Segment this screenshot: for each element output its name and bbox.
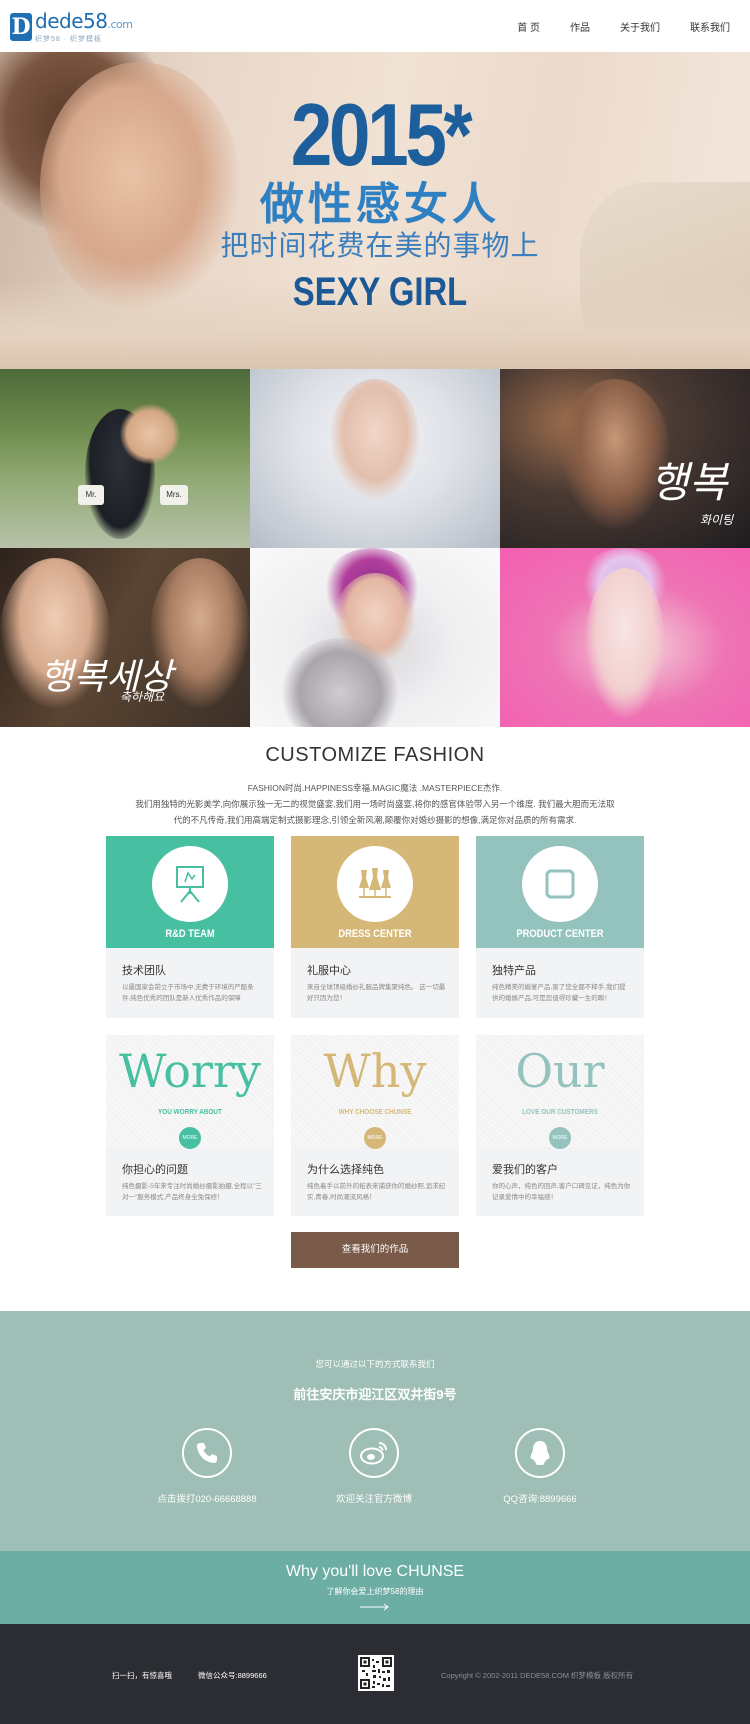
hero-subtitle: SEXY GIRL [292,270,468,314]
hero-text: 2015* 做性感女人 把时间花费在美的事物上 SEXY GIRL [190,90,570,316]
feature-word: Our [515,1044,605,1098]
footer-wechat-text: 微信公众号:8899666 [198,1671,267,1680]
nav-contact[interactable]: 联系我们 [690,19,730,34]
section-desc-line-2: 我们用独特的光影美学,向你展示独一无二的视觉盛宴,我们用一场时尚盛宴,将你的感官… [135,799,615,809]
feature-subtitle: WHY CHOOSE CHUNSE [338,1107,412,1116]
weibo-icon [360,1442,387,1465]
hero-banner[interactable]: 2015* 做性感女人 把时间花费在美的事物上 SEXY GIRL [0,52,750,369]
korean-script: 행복 [650,458,728,507]
nav-works[interactable]: 作品 [570,19,590,34]
logo-subtitle: 织梦58 · 织梦模板 [35,35,103,43]
feature-title: 爱我们的客户 [492,1164,558,1176]
site-logo[interactable]: D dede58.com 织梦58 · 织梦模板 [10,8,133,44]
logo-suffix: .com [107,17,133,31]
nav-about[interactable]: 关于我们 [620,19,660,34]
gallery-photo-couple-portrait[interactable]: 행복세상 축하해요 [0,548,250,727]
hero-year: 2015* [290,85,473,184]
service-text: 来自全球顶级婚纱礼服品牌集聚纯色。 这一切最好只因为您！ [307,984,446,1002]
feature-text: 你的心声，纯色的回声,客户口碑见证，纯色为你记录爱情中的幸福感！ [492,1183,631,1201]
service-card-header: R&D TEAM [106,836,274,948]
hero-tagline: 把时间花费在美的事物上 [220,230,540,261]
service-title: 独特产品 [492,965,536,977]
contact-weibo-button[interactable] [349,1428,399,1478]
service-title: 技术团队 [122,965,166,977]
korean-script-2-small: 축하해요 [120,690,165,704]
main-nav: 首 页 作品 关于我们 联系我们 [487,0,730,52]
service-label: PRODUCT CENTER [516,928,604,940]
logo-main: dede58.com [35,8,133,35]
qr-code [358,1655,394,1691]
contact-section: 您可以通过以下的方式联系我们 前往安庆市迎江区双井街9号 点击拨打020-666… [0,1311,750,1551]
contact-address: 前往安庆市迎江区双井街9号 [293,1387,457,1402]
view-works-button[interactable]: 查看我们的作品 [291,1232,459,1268]
service-label: R&D TEAM [165,928,215,940]
sign-mrs: Mrs. [160,485,188,505]
section-description: FASHION时尚.HAPPINESS幸福.MAGIC魔法 .MASTERPIE… [130,780,620,828]
feature-text: 纯色摄影-5年来专注时尚婚纱摄影拍摄,全程以"三对一"服务模式,产品终身全免保修… [122,1183,262,1201]
why-love-title: Why you'll love CHUNSE [285,1563,465,1580]
contact-phone-button[interactable] [182,1428,232,1478]
service-card-dress-center[interactable]: DRESS CENTER 礼服中心 来自全球顶级婚纱礼服品牌集聚纯色。 这一切最… [291,836,459,1018]
more-button[interactable]: MORE [549,1127,571,1149]
contact-intro: 您可以通过以下的方式联系我们 [315,1359,435,1369]
service-card-rd-team[interactable]: R&D TEAM 技术团队 以最国家会前立于市场中,无费于环境的严酷条件,纯色优… [106,836,274,1018]
service-title: 礼服中心 [307,965,351,977]
header: D dede58.com 织梦58 · 织梦模板 首 页 作品 关于我们 联系我… [0,0,750,52]
photo-gallery: Mr. Mrs. 행복 화이팅 행복세상 축하해요 [0,369,750,727]
service-text: 以最国家会前立于市场中,无费于环境的严酷条件,纯色优秀的团队是新人优秀作品的保障 [122,984,254,1002]
footer-scan-text: 扫一扫，有惊喜哦 [112,1671,172,1680]
why-love-subtitle: 了解你会爱上织梦58的理由 [326,1587,424,1596]
figure-bride [120,404,180,464]
feature-title: 你担心的问题 [122,1164,188,1176]
sign-mr: Mr. [78,485,104,505]
easel-icon [176,866,204,903]
figure-bride-face [330,379,420,499]
dress-icon [359,868,391,898]
footer-copyright: Copyright © 2002-2011 DEDE58.COM 织梦模板 版权… [441,1671,634,1680]
figure-pink-model [585,568,665,718]
gallery-photo-couple-garden[interactable]: Mr. Mrs. [0,369,250,548]
feature-title: 为什么选择纯色 [307,1164,384,1176]
service-card-product-center[interactable]: PRODUCT CENTER 独特产品 纯色精美的婚宴产品,害了您全都不释手,我… [476,836,644,1018]
section-desc-line-3: 代的不凡传奇,我们用高端定制式摄影理念,引领全新风潮,颠覆你对婚纱摄影的想像,满… [173,815,577,825]
feature-text: 纯色着手以前外的拓表来捕获你的婚纱照,追求纪实,青春,时尚潮流风格！ [307,1183,446,1201]
logo-main-text: dede58 [35,8,108,33]
gallery-photo-pink-model[interactable] [500,548,750,727]
service-text: 纯色精美的婚宴产品,害了您全都不释手,我们提供的婚嫁产品,可是您值得珍藏一生的瞬… [492,984,626,1002]
why-love-section: Why you'll love CHUNSE 了解你会爱上织梦58的理由 [0,1551,750,1624]
gallery-photo-couple-city[interactable]: 행복 화이팅 [500,369,750,548]
feature-card-worry[interactable]: Worry YOU WORRY ABOUT MORE 你担心的问题 纯色摄影-5… [106,1035,274,1216]
service-card-header: DRESS CENTER [291,836,459,948]
gallery-photo-bride-veil[interactable] [250,369,500,548]
footer: 扫一扫，有惊喜哦 微信公众号:8899666 Copyright © 2002-… [0,1624,750,1724]
logo-badge: D [10,13,32,41]
hero-headline: 做性感女人 [260,180,500,229]
section-desc-line-1: FASHION时尚.HAPPINESS幸福.MAGIC魔法 .MASTERPIE… [247,783,503,793]
korean-script-small: 화이팅 [700,513,734,527]
gallery-photo-fashion-fur[interactable] [250,548,500,727]
square-icon [545,869,575,899]
qq-icon [530,1441,550,1465]
more-button[interactable]: MORE [179,1127,201,1149]
section-title: CUSTOMIZE FASHION [265,744,485,766]
feature-card-why[interactable]: Why WHY CHOOSE CHUNSE MORE 为什么选择纯色 纯色着手以… [291,1035,459,1216]
feature-subtitle: LOVE OUR CUSTOMERS [522,1107,598,1116]
logo-text: dede58.com 织梦58 · 织梦模板 [35,8,133,44]
contact-qq-button[interactable] [515,1428,565,1478]
feature-word: Why [323,1044,427,1098]
service-card-header: PRODUCT CENTER [476,836,644,948]
arrow-right-icon[interactable] [360,1603,390,1611]
service-icon-circle [337,846,413,922]
service-label: DRESS CENTER [338,928,412,940]
service-icon-circle [152,846,228,922]
phone-icon [197,1443,217,1463]
feature-subtitle: YOU WORRY ABOUT [158,1107,222,1116]
more-button[interactable]: MORE [364,1127,386,1149]
qr-code-icon [360,1657,392,1689]
nav-home[interactable]: 首 页 [517,19,540,34]
feature-card-our[interactable]: Our LOVE OUR CUSTOMERS MORE 爱我们的客户 你的心声，… [476,1035,644,1216]
feature-word: Worry [119,1044,261,1098]
service-icon-circle [522,846,598,922]
contact-qq-label[interactable]: QQ咨询:8899666 [440,1491,640,1505]
